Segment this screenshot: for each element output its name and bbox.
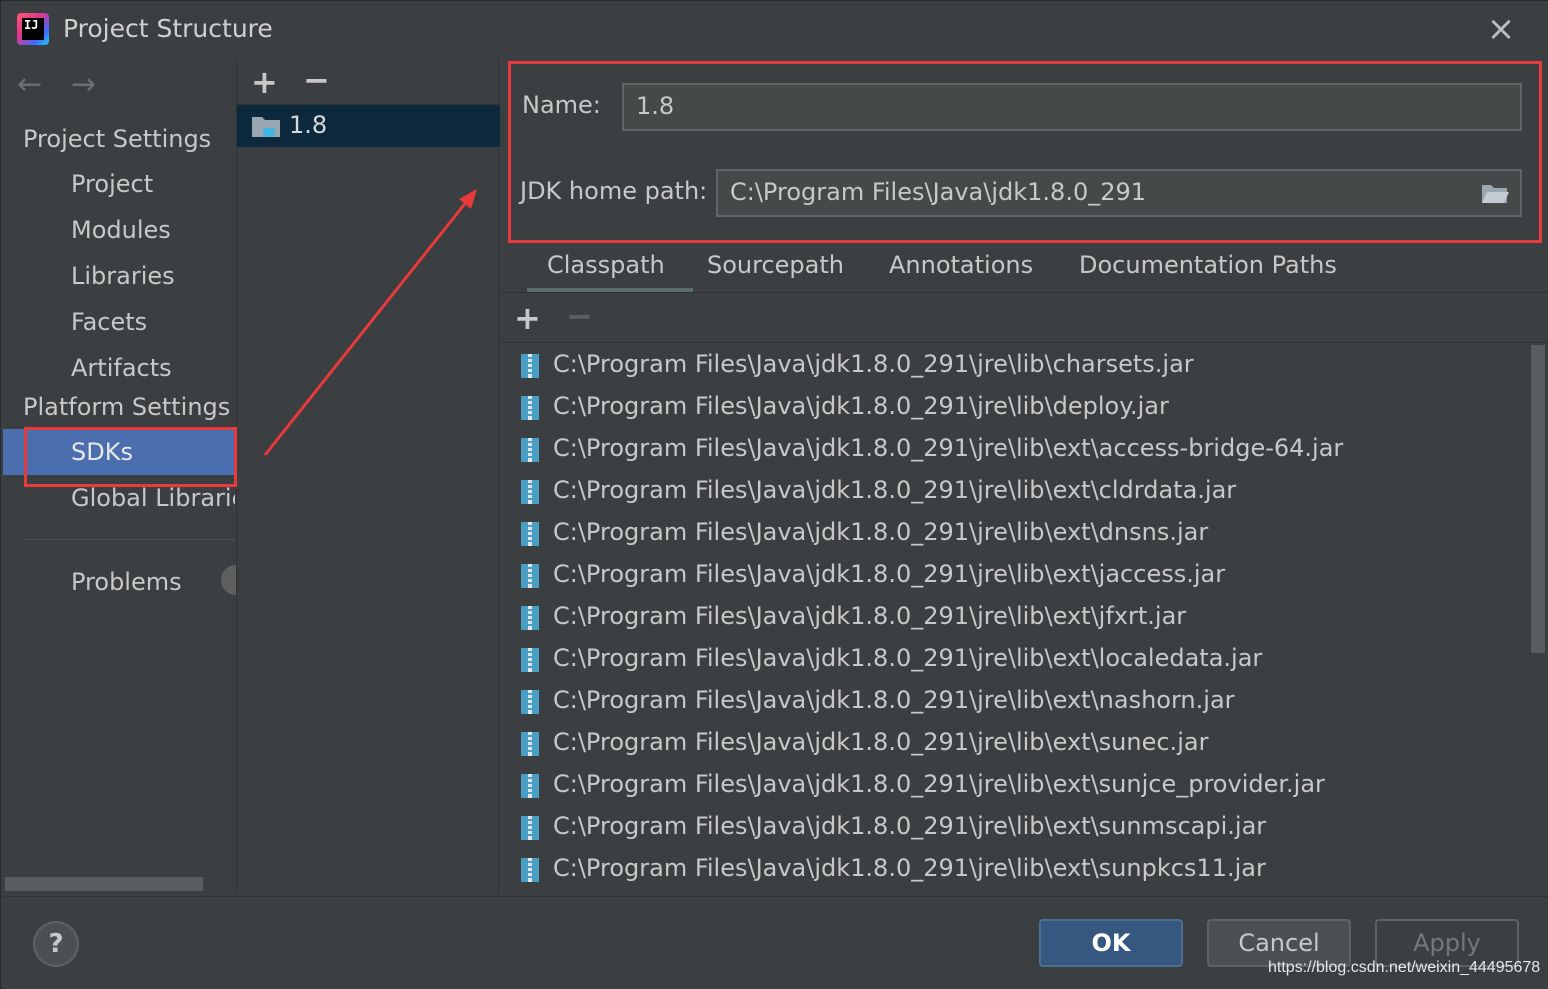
classpath-toolbar: + − [500,293,1548,343]
sdk-detail-pane: Name: 1.8 JDK home path: C:\Program File… [500,57,1548,895]
classpath-path: C:\Program Files\Java\jdk1.8.0_291\jre\l… [553,728,1209,756]
nav-item-libraries[interactable]: Libraries [3,253,235,299]
jar-archive-icon [521,354,539,378]
tab-classpath[interactable]: Classpath [527,245,693,293]
classpath-path: C:\Program Files\Java\jdk1.8.0_291\jre\l… [553,686,1235,714]
nav-item-sdks[interactable]: SDKs [3,429,235,475]
classpath-row[interactable]: C:\Program Files\Java\jdk1.8.0_291\jre\l… [500,639,1530,681]
back-arrow-icon[interactable]: ← [17,69,51,101]
jar-archive-icon [521,648,539,672]
classpath-path: C:\Program Files\Java\jdk1.8.0_291\jre\l… [553,434,1344,462]
jdk-folder-icon [252,117,280,137]
nav-item-global-libraries[interactable]: Global Librarie [3,475,235,521]
jar-archive-icon [521,438,539,462]
jar-archive-icon [521,522,539,546]
jar-archive-icon [521,396,539,420]
classpath-path: C:\Program Files\Java\jdk1.8.0_291\jre\l… [553,518,1209,546]
classpath-row[interactable]: C:\Program Files\Java\jdk1.8.0_291\jre\l… [500,849,1530,891]
jdk-home-path-field[interactable]: C:\Program Files\Java\jdk1.8.0_291 [716,169,1522,217]
jar-archive-icon [521,774,539,798]
jar-archive-icon [521,690,539,714]
jar-archive-icon [521,816,539,840]
jar-archive-icon [521,858,539,882]
classpath-path: C:\Program Files\Java\jdk1.8.0_291\jre\l… [553,854,1266,882]
jdk-home-path-value: C:\Program Files\Java\jdk1.8.0_291 [730,178,1147,206]
title-bar: IJ Project Structure × [1,1,1548,57]
nav-item-problems[interactable]: Problems [3,559,235,605]
platform-settings-header: Platform Settings [23,393,231,421]
ok-button[interactable]: OK [1039,919,1183,967]
classpath-row[interactable]: C:\Program Files\Java\jdk1.8.0_291\jre\l… [500,471,1530,513]
jar-archive-icon [521,732,539,756]
classpath-path: C:\Program Files\Java\jdk1.8.0_291\jre\l… [553,770,1325,798]
classpath-path: C:\Program Files\Java\jdk1.8.0_291\jre\l… [553,812,1267,840]
name-label: Name: [522,91,601,119]
add-sdk-button[interactable]: + [251,63,278,101]
jar-archive-icon [521,564,539,588]
classpath-path: C:\Program Files\Java\jdk1.8.0_291\jre\l… [553,350,1194,378]
project-structure-dialog: IJ Project Structure × ← → Project Setti… [0,0,1548,989]
classpath-row[interactable]: C:\Program Files\Java\jdk1.8.0_291\jre\l… [500,345,1530,387]
classpath-path: C:\Program Files\Java\jdk1.8.0_291\jre\l… [553,392,1169,420]
sdk-list-item[interactable]: 1.8 [237,105,500,147]
tab-sourcepath[interactable]: Sourcepath [707,245,844,293]
project-settings-header: Project Settings [23,125,212,153]
add-classpath-button[interactable]: + [514,299,541,337]
jar-archive-icon [521,606,539,630]
sdk-list-toolbar: + − [237,57,500,105]
classpath-row[interactable]: C:\Program Files\Java\jdk1.8.0_291\jre\l… [500,807,1530,849]
classpath-path: C:\Program Files\Java\jdk1.8.0_291\jre\l… [553,644,1263,672]
nav-divider [23,539,235,540]
browse-folder-icon[interactable] [1480,181,1510,205]
help-button[interactable]: ? [33,921,79,967]
classpath-path: C:\Program Files\Java\jdk1.8.0_291\jre\l… [553,476,1237,504]
tab-annotations[interactable]: Annotations [889,245,1033,293]
jdk-home-path-label: JDK home path: [520,177,708,205]
classpath-row[interactable]: C:\Program Files\Java\jdk1.8.0_291\jre\l… [500,513,1530,555]
intellij-app-icon: IJ [17,13,49,45]
settings-nav: ← → Project Settings Project Modules Lib… [3,57,251,895]
classpath-path: C:\Program Files\Java\jdk1.8.0_291\jre\l… [553,602,1187,630]
classpath-row[interactable]: C:\Program Files\Java\jdk1.8.0_291\jre\l… [500,429,1530,471]
close-icon[interactable]: × [1485,12,1517,46]
classpath-path: C:\Program Files\Java\jdk1.8.0_291\jre\l… [553,560,1226,588]
classpath-scrollbar-thumb[interactable] [1531,345,1545,653]
forward-arrow-icon[interactable]: → [71,69,105,101]
jar-archive-icon [521,480,539,504]
dialog-footer: ? OK Cancel Apply https://blog.csdn.net/… [3,896,1548,989]
classpath-row[interactable]: C:\Program Files\Java\jdk1.8.0_291\jre\l… [500,387,1530,429]
classpath-row[interactable]: C:\Program Files\Java\jdk1.8.0_291\jre\l… [500,681,1530,723]
app-icon-text: IJ [24,18,39,32]
nav-item-facets[interactable]: Facets [3,299,235,345]
remove-sdk-button[interactable]: − [303,61,330,99]
classpath-row[interactable]: C:\Program Files\Java\jdk1.8.0_291\jre\l… [500,555,1530,597]
sdk-list-pane: + − 1.8 [236,57,500,895]
sdk-name: 1.8 [289,111,328,139]
remove-classpath-button[interactable]: − [566,297,593,335]
nav-item-artifacts[interactable]: Artifacts [3,345,235,391]
classpath-row[interactable]: C:\Program Files\Java\jdk1.8.0_291\jre\l… [500,723,1530,765]
classpath-row[interactable]: C:\Program Files\Java\jdk1.8.0_291\jre\l… [500,765,1530,807]
classpath-row[interactable]: C:\Program Files\Java\jdk1.8.0_291\jre\l… [500,597,1530,639]
nav-item-project[interactable]: Project [3,161,235,207]
nav-item-modules[interactable]: Modules [3,207,235,253]
window-title: Project Structure [63,14,273,43]
nav-horizontal-scrollbar[interactable] [5,877,203,891]
sdk-name-field[interactable]: 1.8 [622,83,1522,131]
classpath-list[interactable]: C:\Program Files\Java\jdk1.8.0_291\jre\l… [500,345,1530,895]
watermark-text: https://blog.csdn.net/weixin_44495678 [1268,959,1541,976]
tab-documentation-paths[interactable]: Documentation Paths [1079,245,1337,293]
